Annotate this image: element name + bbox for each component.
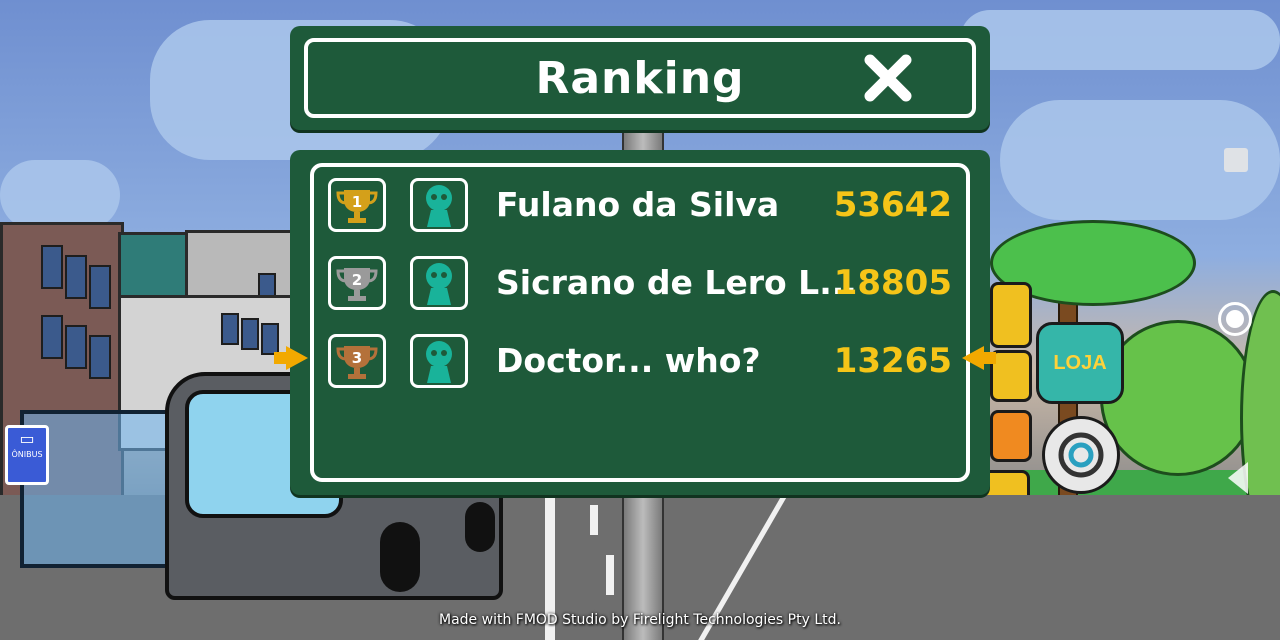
silver-trophy-icon: 2 xyxy=(336,268,378,301)
ranking-board: 1 Fulano da Silva 53642 2 Sicrano de Ler… xyxy=(290,150,990,495)
target-icon xyxy=(1058,432,1104,478)
player-avatar-icon xyxy=(426,263,452,305)
rank-number: 1 xyxy=(352,193,362,211)
rank-badge: 3 xyxy=(328,334,386,388)
close-button[interactable] xyxy=(862,52,914,104)
bronze-trophy-icon: 3 xyxy=(336,346,378,379)
player-name: Doctor... who? xyxy=(496,341,761,380)
shop-sign-partial xyxy=(990,410,1032,462)
player-score: 18805 xyxy=(833,263,952,303)
bus-icon: ▭ xyxy=(19,429,35,448)
player-avatar-icon xyxy=(426,185,452,227)
player-avatar xyxy=(410,178,468,232)
bus-stop-sign: ▭ ÔNIBUS xyxy=(5,425,49,485)
cloud xyxy=(0,160,120,230)
rank-badge: 2 xyxy=(328,256,386,310)
ranking-row: 2 Sicrano de Lero L... 18805 xyxy=(328,256,952,314)
player-avatar-icon xyxy=(426,341,452,383)
shop-sign: LOJA xyxy=(1036,322,1124,404)
current-player-marker-right-icon xyxy=(962,346,996,370)
rank-number: 3 xyxy=(352,349,362,367)
back-button[interactable] xyxy=(1228,462,1248,494)
home-button[interactable] xyxy=(1218,302,1252,336)
player-avatar xyxy=(410,334,468,388)
ranking-row: 1 Fulano da Silva 53642 xyxy=(328,178,952,236)
circle-logo-sign xyxy=(1042,416,1120,494)
player-score: 13265 xyxy=(833,341,952,381)
close-x-icon xyxy=(864,54,912,102)
cloud xyxy=(960,10,1280,70)
player-score: 53642 xyxy=(833,185,952,225)
ranking-row: 3 Doctor... who? 13265 xyxy=(328,334,952,392)
fmod-credit: Made with FMOD Studio by Firelight Techn… xyxy=(439,612,841,628)
ranking-header: Ranking xyxy=(290,26,990,130)
player-name: Sicrano de Lero L... xyxy=(496,263,857,302)
player-avatar xyxy=(410,256,468,310)
recent-apps-button[interactable] xyxy=(1224,148,1248,172)
player-name: Fulano da Silva xyxy=(496,185,780,224)
bus-stop-label: ÔNIBUS xyxy=(11,450,43,459)
rank-number: 2 xyxy=(352,271,362,289)
current-player-marker-left-icon xyxy=(274,346,308,370)
shop-sign-partial xyxy=(990,282,1032,348)
rank-badge: 1 xyxy=(328,178,386,232)
ranking-header-frame: Ranking xyxy=(304,38,976,118)
gold-trophy-icon: 1 xyxy=(336,190,378,223)
home-circle-icon xyxy=(1226,310,1244,328)
shop-sign-partial xyxy=(990,350,1032,402)
